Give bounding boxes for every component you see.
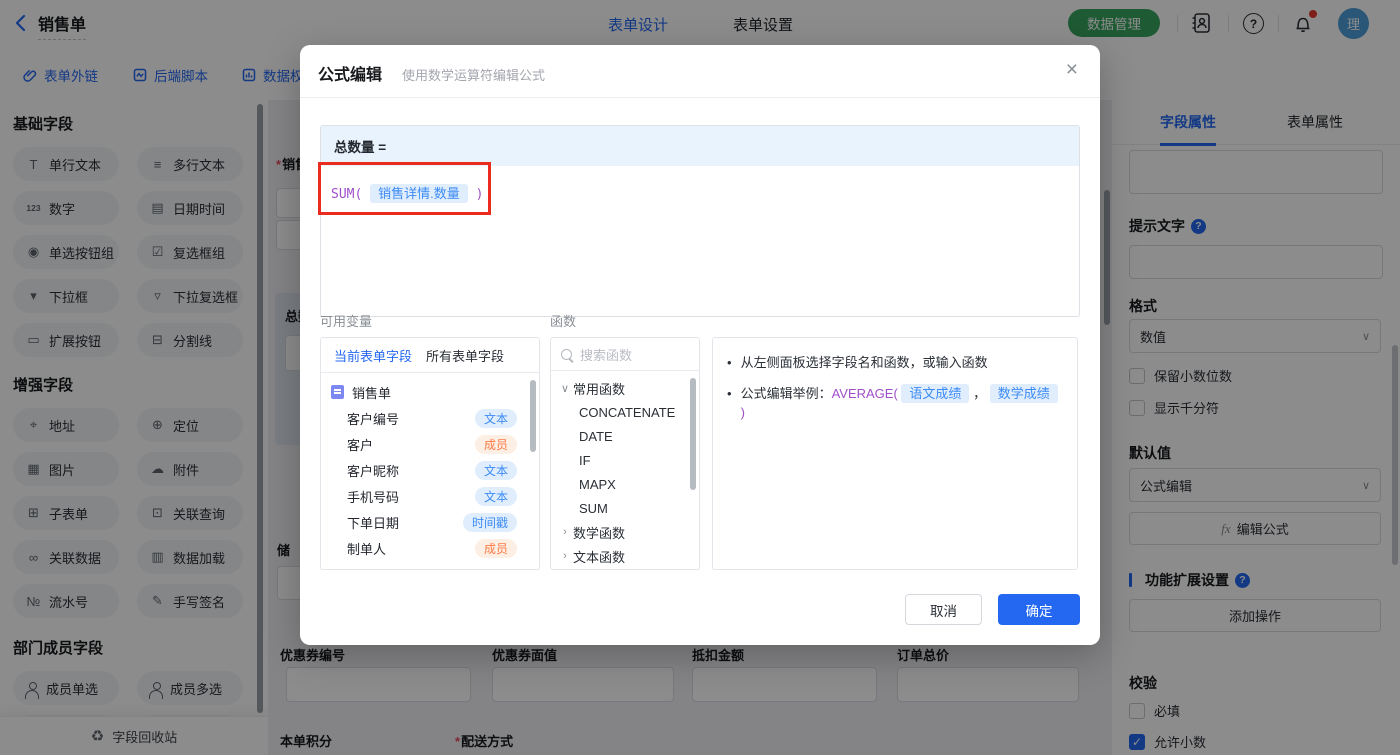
dialog-subtitle: 使用数学运算符编辑公式 [402,65,545,84]
variable-item[interactable]: 客户昵称文本 [321,457,539,483]
variables-scrollbar[interactable] [530,380,536,452]
function-item[interactable]: SUM [551,496,699,520]
variable-item[interactable]: 制单人成员 [321,535,539,561]
formula-expression[interactable]: SUM( 销售详情.数量 ) [321,166,1079,202]
function-group-common[interactable]: ∨常用函数 [551,376,699,400]
type-badge: 文本 [475,461,517,480]
formula-editor[interactable]: 总数量 = SUM( 销售详情.数量 ) [320,125,1080,317]
type-badge: 时间戳 [463,513,517,532]
chevron-right-icon: › [557,526,573,538]
function-item[interactable]: CONCATENATE [551,400,699,424]
example-close-paren: ) [741,405,745,420]
formula-function-open: SUM( [331,187,362,202]
function-item[interactable]: IF [551,448,699,472]
chevron-right-icon: › [557,550,573,562]
variable-tree-root[interactable]: 销售单 [321,379,539,405]
tab-all-form-fields[interactable]: 所有表单字段 [426,346,504,365]
bullet: • [727,353,732,373]
tab-current-form-fields[interactable]: 当前表单字段 [334,346,412,365]
function-item[interactable]: DATE [551,424,699,448]
form-doc-icon [331,385,344,399]
formula-target: 总数量 = [321,126,1079,166]
example-field-token: 数学成绩 [990,384,1058,403]
type-badge: 文本 [475,487,517,506]
dialog-header: 公式编辑 使用数学运算符编辑公式 × [300,45,1100,98]
type-badge: 文本 [475,409,517,428]
variable-item[interactable]: 下单日期时间戳 [321,509,539,535]
functions-scrollbar[interactable] [690,378,696,490]
functions-section-label: 函数 [550,311,576,330]
confirm-button[interactable]: 确定 [998,594,1080,625]
type-badge: 成员 [475,539,517,558]
example-function: AVERAGE( [832,386,898,401]
search-icon [561,349,572,360]
variable-item[interactable]: 手机号码文本 [321,483,539,509]
variable-item[interactable]: 客户成员 [321,431,539,457]
type-badge: 成员 [475,435,517,454]
tips-panel: • 从左侧面板选择字段名和函数，或输入函数 • 公式编辑举例：AVERAGE( … [712,337,1078,570]
example-field-token: 语文成绩 [901,384,969,403]
dialog-title: 公式编辑 [318,61,382,85]
variable-item[interactable]: 客户编号文本 [321,405,539,431]
tip-text: 从左侧面板选择字段名和函数，或输入函数 [741,353,988,373]
variables-section-label: 可用变量 [320,311,372,330]
function-item[interactable]: MAPX [551,472,699,496]
tip-example: 公式编辑举例：AVERAGE( 语文成绩 ， 数学成绩 ) [741,384,1063,423]
function-search-input[interactable]: 搜索函数 [551,338,699,371]
cancel-button[interactable]: 取消 [905,594,982,625]
functions-panel: 搜索函数 ∨常用函数 CONCATENATE DATE IF MAPX SUM … [550,337,700,570]
tip-example-line: • 公式编辑举例：AVERAGE( 语文成绩 ， 数学成绩 ) [727,384,1063,423]
formula-function-close: ) [476,187,484,202]
chevron-down-icon: ∨ [557,382,573,395]
variables-tabs: 当前表单字段 所有表单字段 [321,338,539,373]
bullet: • [727,384,732,404]
function-group-text[interactable]: ›文本函数 [551,544,699,568]
formula-field-token[interactable]: 销售详情.数量 [370,184,468,203]
close-icon[interactable]: × [1066,59,1078,80]
tip-line: • 从左侧面板选择字段名和函数，或输入函数 [727,353,1063,373]
search-placeholder: 搜索函数 [580,345,632,364]
variables-panel: 当前表单字段 所有表单字段 销售单 客户编号文本 客户成员 客户昵称文本 手机号… [320,337,540,570]
function-group-math[interactable]: ›数学函数 [551,520,699,544]
formula-editor-dialog: 公式编辑 使用数学运算符编辑公式 × 总数量 = SUM( 销售详情.数量 ) … [300,45,1100,645]
